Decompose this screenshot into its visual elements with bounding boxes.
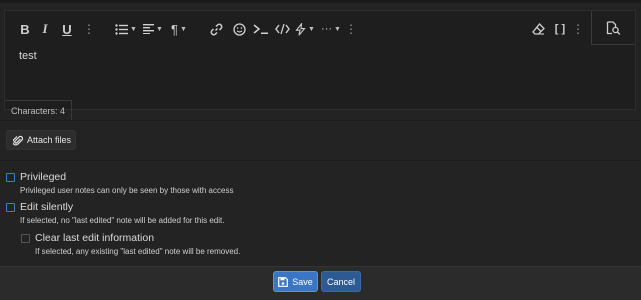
insert-menu-button[interactable]: ▼ — [295, 20, 315, 38]
form-footer: Save Cancel — [0, 266, 641, 300]
emoji-button[interactable] — [232, 20, 246, 38]
brackets-icon: [ ] — [554, 23, 566, 35]
chevron-down-icon: ▼ — [308, 25, 315, 33]
code-icon — [274, 23, 290, 35]
code-block-button[interactable] — [274, 20, 290, 38]
link-icon — [210, 23, 222, 35]
attach-files-label: Attach files — [27, 135, 72, 145]
underline-button[interactable]: U — [61, 20, 73, 38]
brackets-button[interactable]: [ ] — [553, 20, 567, 38]
edit-silently-checkbox[interactable] — [6, 203, 15, 212]
editor-content[interactable]: test — [19, 50, 37, 62]
privileged-checkbox[interactable] — [6, 173, 15, 182]
divider — [0, 160, 641, 161]
chevron-down-icon: ▼ — [180, 25, 187, 33]
ellipsis-icon: ··· — [321, 23, 333, 35]
bold-button[interactable]: B — [19, 20, 31, 38]
link-button[interactable] — [209, 20, 223, 38]
privileged-hint: Privileged user notes can only be seen b… — [20, 186, 234, 195]
rich-text-editor[interactable]: B I U ⋮ ▼ ▼ ¶ ▼ ▼ ··· ▼ ⋮ [] ⋮ test Cha… — [4, 10, 636, 120]
terminal-icon — [253, 24, 268, 34]
clear-last-edit-label: Clear last edit information — [35, 232, 155, 244]
smile-icon — [232, 22, 246, 36]
clear-last-edit-checkbox[interactable] — [21, 234, 30, 243]
paperclip-icon — [13, 135, 23, 145]
top-strip — [0, 0, 641, 3]
edit-silently-label: Edit silently — [20, 201, 74, 213]
bolt-icon — [295, 22, 306, 36]
cancel-label: Cancel — [326, 276, 355, 287]
attach-files-button[interactable]: Attach files — [6, 130, 76, 150]
more-options-button[interactable]: ··· ▼ — [320, 20, 342, 38]
character-count: Characters: 4 — [5, 100, 73, 120]
editor-toolbar: B I U ⋮ ▼ ▼ ¶ ▼ ▼ ··· ▼ ⋮ [] ⋮ — [5, 11, 635, 47]
align-menu-button[interactable]: ▼ — [143, 20, 163, 38]
privileged-label: Privileged — [20, 171, 67, 183]
divider — [0, 120, 641, 121]
chevron-down-icon: ▼ — [156, 25, 163, 33]
chevron-down-icon: ▼ — [334, 25, 341, 33]
preview-toggle-button[interactable] — [591, 11, 635, 45]
save-label: Save — [292, 276, 313, 287]
eraser-icon — [531, 23, 545, 35]
document-search-icon — [606, 20, 621, 35]
list-icon — [115, 23, 129, 35]
more-text-options-icon[interactable]: ⋮ — [83, 20, 95, 38]
more-toolbar-icon[interactable]: ⋮ — [345, 20, 357, 38]
paragraph-icon: ¶ — [171, 21, 179, 37]
clear-formatting-button[interactable] — [531, 20, 545, 38]
save-icon — [278, 276, 289, 287]
edit-silently-hint: If selected, no "last edited" note will … — [20, 216, 225, 225]
align-left-icon — [143, 24, 155, 34]
list-menu-button[interactable]: ▼ — [115, 20, 137, 38]
paragraph-menu-button[interactable]: ¶ ▼ — [169, 20, 189, 38]
clear-last-edit-hint: If selected, any existing "last edited" … — [35, 247, 241, 256]
code-inline-button[interactable] — [252, 20, 270, 38]
more-right-icon[interactable]: ⋮ — [572, 20, 584, 38]
italic-button[interactable]: I — [40, 20, 50, 38]
cancel-button[interactable]: Cancel — [321, 271, 361, 292]
save-button[interactable]: Save — [273, 271, 318, 292]
chevron-down-icon: ▼ — [130, 25, 137, 33]
